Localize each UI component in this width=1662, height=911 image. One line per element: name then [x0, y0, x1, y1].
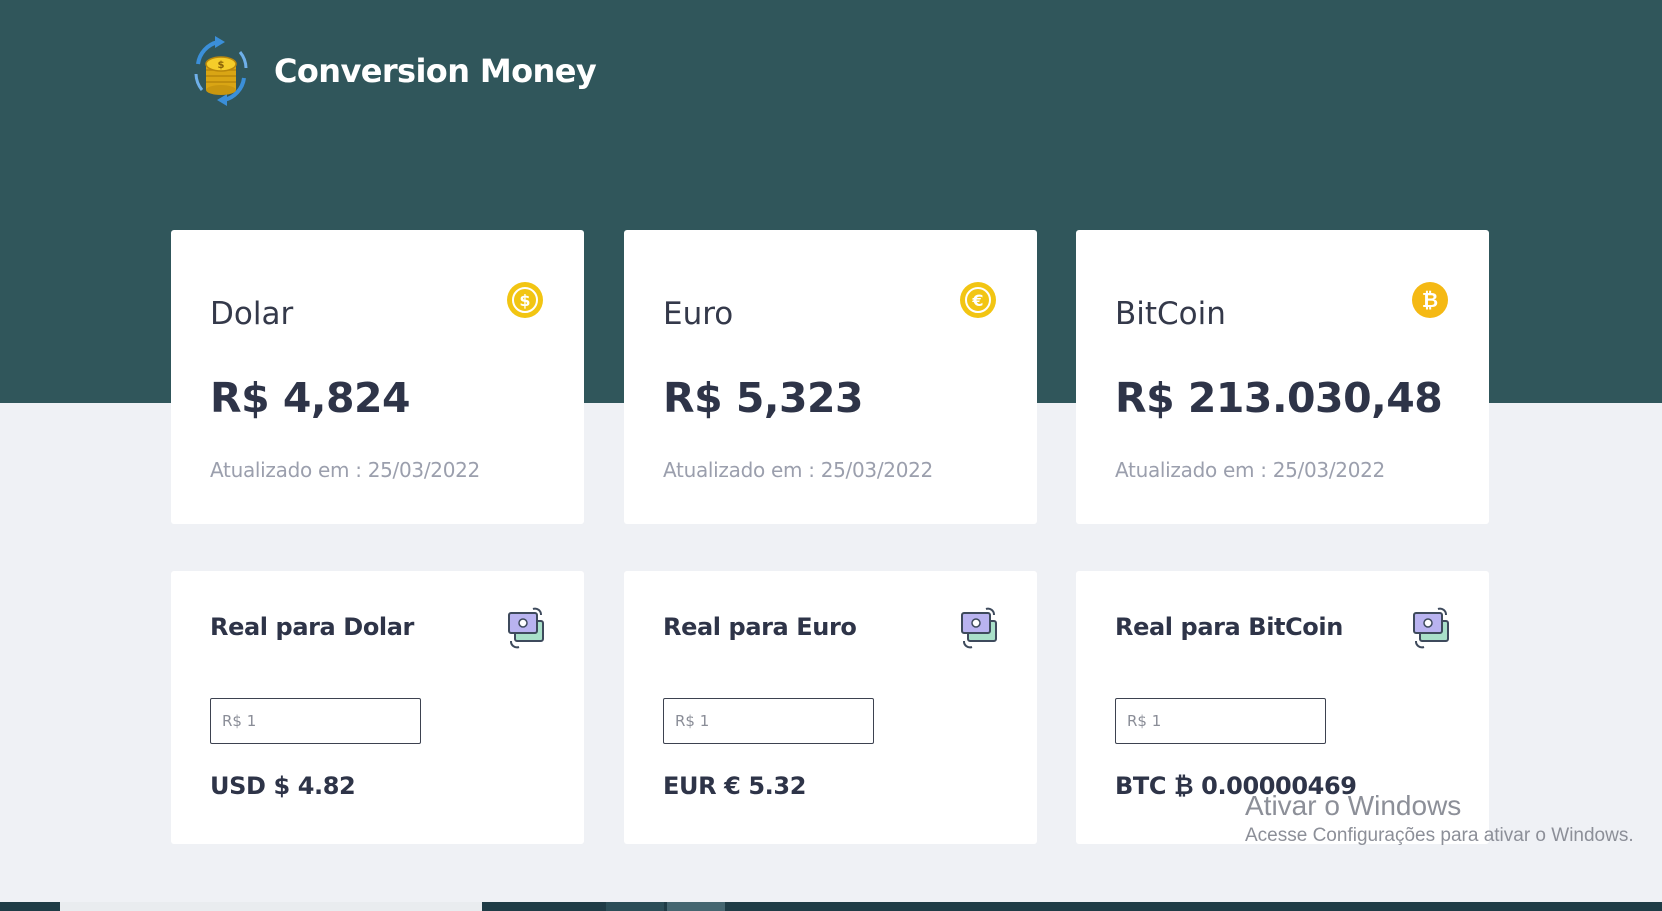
- rate-card-bitcoin: BitCoin ₿ R$ 213.030,48 Atualizado em : …: [1076, 230, 1489, 524]
- amount-input[interactable]: [210, 698, 421, 744]
- rate-updated-date: Atualizado em : 25/03/2022: [663, 458, 933, 482]
- rate-value: R$ 213.030,48: [1115, 374, 1443, 422]
- rate-card-title: Euro: [663, 296, 734, 332]
- taskbar-app-button-active[interactable]: [667, 902, 725, 911]
- money-swap-icon[interactable]: [1410, 605, 1452, 651]
- money-swap-icon[interactable]: [958, 605, 1000, 651]
- rate-updated-date: Atualizado em : 25/03/2022: [1115, 458, 1385, 482]
- conversion-result: EUR € 5.32: [663, 772, 806, 800]
- converter-card-bitcoin: Real para BitCoin BTC ₿ 0.00000469: [1076, 571, 1489, 844]
- rate-value: R$ 4,824: [210, 374, 411, 422]
- euro-coin-icon: €: [960, 282, 996, 318]
- svg-text:₿: ₿: [1422, 288, 1438, 312]
- taskbar-app-button[interactable]: [606, 902, 664, 911]
- svg-text:$: $: [519, 291, 530, 310]
- rate-card-title: Dolar: [210, 296, 294, 332]
- rate-value: R$ 5,323: [663, 374, 864, 422]
- converter-title: Real para Dolar: [210, 613, 414, 641]
- taskbar: [0, 902, 1662, 911]
- rate-card-euro: Euro € R$ 5,323 Atualizado em : 25/03/20…: [624, 230, 1037, 524]
- rate-card-title: BitCoin: [1115, 296, 1226, 332]
- rate-updated-date: Atualizado em : 25/03/2022: [210, 458, 480, 482]
- brand[interactable]: $ Conversion Money: [188, 34, 597, 108]
- amount-input[interactable]: [1115, 698, 1326, 744]
- taskbar-search-box[interactable]: [60, 902, 482, 911]
- money-swap-icon[interactable]: [505, 605, 547, 651]
- svg-text:$: $: [218, 60, 225, 71]
- converter-card-euro: Real para Euro EUR € 5.32: [624, 571, 1037, 844]
- bitcoin-coin-icon: ₿: [1412, 282, 1448, 318]
- converter-title: Real para BitCoin: [1115, 613, 1343, 641]
- dollar-coin-icon: $: [507, 282, 543, 318]
- svg-text:€: €: [971, 291, 983, 310]
- converter-card-dolar: Real para Dolar USD $ 4.82: [171, 571, 584, 844]
- conversion-result: USD $ 4.82: [210, 772, 356, 800]
- rate-card-dolar: Dolar $ R$ 4,824 Atualizado em : 25/03/2…: [171, 230, 584, 524]
- conversion-result: BTC ₿ 0.00000469: [1115, 772, 1357, 800]
- app-title: Conversion Money: [274, 52, 597, 90]
- currency-exchange-coins-icon: $: [194, 36, 248, 106]
- converter-title: Real para Euro: [663, 613, 857, 641]
- amount-input[interactable]: [663, 698, 874, 744]
